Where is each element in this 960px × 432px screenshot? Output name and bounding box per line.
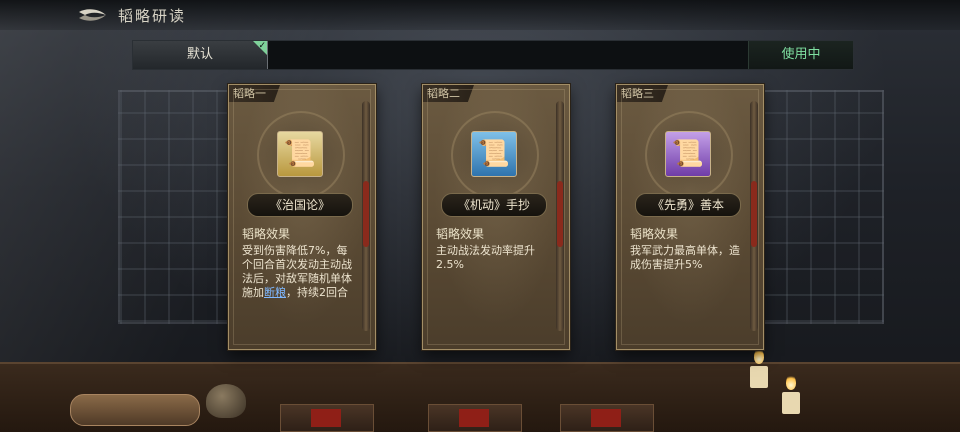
slot-label: 韬略一 [229,85,280,102]
slot-label: 韬略二 [423,85,474,102]
in-use-status: 使用中 [748,41,853,69]
scroll-knob[interactable] [363,181,369,247]
candle-flame [754,348,764,364]
scroll-bundle-icon: 📜 [277,131,323,177]
strategy-card-1[interactable]: 韬略一 📜 《治国论》 韬略效果 受到伤害降低7%，每个回合首次发动主动战法后，… [228,84,376,350]
back-arrow-icon[interactable] [76,6,108,24]
top-bar: 韬略研读 [0,0,960,30]
selected-check-icon: ✓ [253,41,267,55]
strategy-card-2[interactable]: 韬略二 📜 《机动》手抄 韬略效果 主动战法发动率提升2.5% [422,84,570,350]
incense-burner [206,384,246,418]
scroll-bundle-icon: 📜 [471,131,517,177]
book-decoration [280,404,374,432]
slot-label: 韬略三 [617,85,668,102]
strategy-name: 《先勇》善本 [635,193,741,217]
effect-title: 韬略效果 [436,227,485,241]
effect-title: 韬略效果 [630,227,679,241]
lattice-window [760,90,884,324]
tab-default[interactable]: 默认 ✓ [133,41,268,69]
keyword-link[interactable]: 断粮 [264,286,286,299]
effect-description: 我军武力最高单体，造成伤害提升5% [630,244,740,271]
scroll-knob[interactable] [557,181,563,247]
effect-text-part: ，持续2回合 [286,286,348,299]
page-title: 韬略研读 [118,7,187,25]
preset-tab-bar: 默认 ✓ 使用中 [132,40,854,70]
strategy-name: 《治国论》 [247,193,353,217]
scroll-rail[interactable] [556,101,564,331]
tab-default-label: 默认 [186,47,213,62]
scroll-knob[interactable] [751,181,757,247]
scroll-roll-decoration [70,394,200,426]
strategy-name: 《机动》手抄 [441,193,547,217]
candle [750,366,768,388]
candle [782,392,800,414]
scroll-bundle-icon: 📜 [665,131,711,177]
book-decoration [428,404,522,432]
book-decoration [560,404,654,432]
effect-description: 受到伤害降低7%，每个回合首次发动主动战法后，对敌军随机单体施加断粮，持续2回合 [242,244,354,300]
scroll-rail[interactable] [362,101,370,331]
scroll-rail[interactable] [750,101,758,331]
lattice-window [118,90,242,324]
candle-flame [786,374,796,390]
effect-title: 韬略效果 [242,227,291,241]
effect-description: 主动战法发动率提升2.5% [436,244,535,271]
strategy-card-3[interactable]: 韬略三 📜 《先勇》善本 韬略效果 我军武力最高单体，造成伤害提升5% [616,84,764,350]
